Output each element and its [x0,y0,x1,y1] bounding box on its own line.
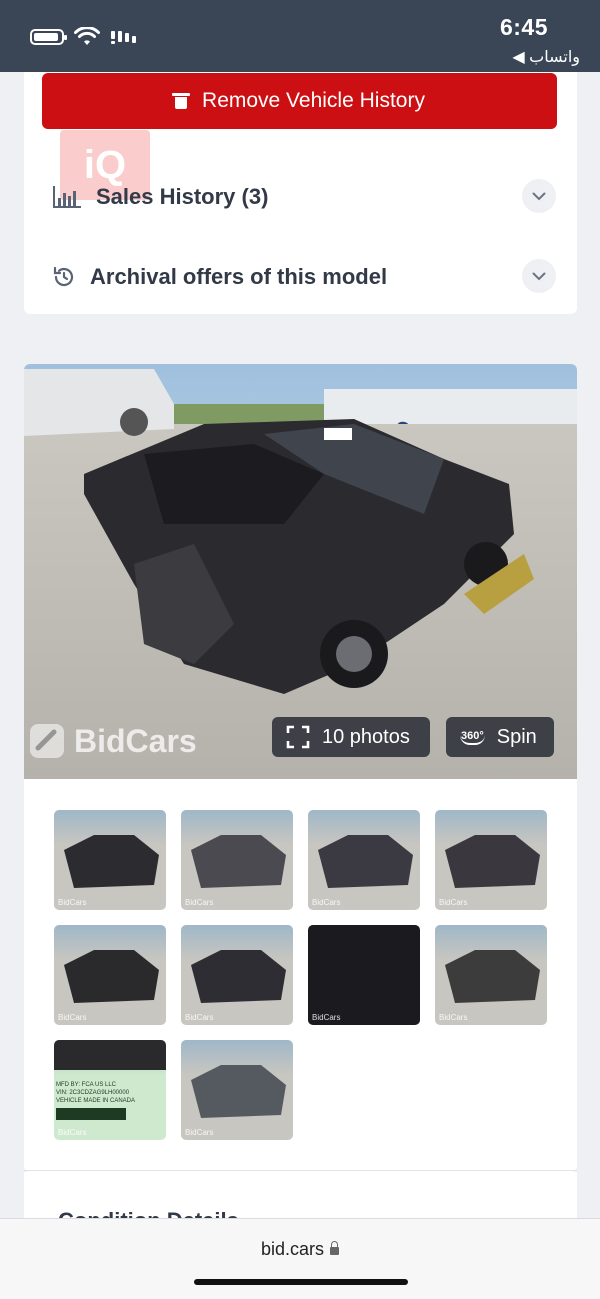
thumbnail-2[interactable]: BidCars [181,810,293,910]
thumbnail-image [191,950,286,1003]
trash-icon [172,93,191,109]
chevron-down-icon [532,272,546,280]
vin-label-line: VIN: 2C3CDZAG9LH00000 [56,1090,130,1096]
wifi-icon [74,27,100,45]
thumbnail-8[interactable]: BidCars [435,925,547,1025]
archival-offers-row[interactable]: Archival offers of this model [52,257,556,297]
fullscreen-icon [286,725,310,749]
thumbnail-image [318,835,413,888]
thumbnail-4[interactable]: BidCars [435,810,547,910]
bidcars-logo-icon [30,724,64,758]
url-text: bid.cars [260,1239,325,1259]
home-indicator[interactable] [194,1279,408,1285]
thumbnail-watermark: BidCars [312,1013,341,1022]
bidcars-watermark-text: BidCars [74,722,197,759]
vin-label-line: MFD BY: FCA US LLC [56,1082,117,1088]
thumbnail-watermark: BidCars [185,898,214,907]
thumbnail-10[interactable]: BidCars [181,1040,293,1140]
sales-history-expand-button[interactable] [522,179,556,213]
thumbnail-7[interactable]: BidCars [308,925,420,1025]
thumbnail-5[interactable]: BidCars [54,925,166,1025]
sales-history-label: Sales History (3) [96,184,269,209]
thumbnail-image [445,950,540,1003]
thumbnail-image [191,835,286,888]
thumbnail-watermark: BidCars [439,1013,468,1022]
photos-button[interactable]: 10 photos [272,717,430,757]
thumbnail-image [191,1065,286,1118]
history-icon [53,266,74,287]
sales-history-row[interactable]: Sales History (3) [52,177,556,217]
browser-bottom-bar: bid.cars [0,1218,600,1299]
thumbnail-watermark: BidCars [312,898,341,907]
thumbnail-watermark: BidCars [185,1128,214,1137]
clock: 6:45 [499,14,548,40]
archival-offers-label: Archival offers of this model [90,264,388,289]
back-to-app-link[interactable]: ◀ واتساب [512,47,580,67]
remove-vehicle-history-button[interactable]: Remove Vehicle History [42,73,557,129]
thumbnail-image [445,835,540,888]
address-bar[interactable]: bid.cars [0,1239,600,1260]
section-divider [24,1170,577,1171]
chevron-down-icon [532,192,546,200]
bar-chart-icon [53,186,81,208]
thumbnail-watermark: BidCars [58,898,87,907]
thumbnail-image [308,925,420,1025]
thumbnail-9[interactable]: MFD BY: FCA US LLC VIN: 2C3CDZAG9LH00000 V… [54,1040,166,1140]
thumbnail-watermark: BidCars [58,1128,87,1137]
thumbnail-image [64,835,159,888]
thumbnail-image [64,950,159,1003]
thumbnail-image: MFD BY: FCA US LLC VIN: 2C3CDZAG9LH00000 V… [54,1040,166,1120]
spin-360-icon: 360° [460,730,485,745]
thumbnail-6[interactable]: BidCars [181,925,293,1025]
bidcars-watermark: BidCars [28,722,197,760]
thumbnail-3[interactable]: BidCars [308,810,420,910]
vin-label-line: VEHICLE MADE IN CANADA [56,1098,135,1104]
signal-icon [111,31,136,44]
thumbnail-watermark: BidCars [185,1013,214,1022]
remove-button-label: Remove Vehicle History [202,89,425,112]
lock-icon [330,1241,340,1255]
status-bar: 6:45 ◀ واتساب [0,0,600,72]
thumbnail-watermark: BidCars [58,1013,87,1022]
spin-button-label: Spin [496,725,537,748]
battery-icon [30,29,67,45]
status-icons [30,27,138,47]
thumbnail-watermark: BidCars [439,898,468,907]
spin-button[interactable]: 360° Spin [446,717,554,757]
archival-offers-expand-button[interactable] [522,259,556,293]
thumbnail-1[interactable]: BidCars [54,810,166,910]
photos-button-label: 10 photos [322,725,410,748]
